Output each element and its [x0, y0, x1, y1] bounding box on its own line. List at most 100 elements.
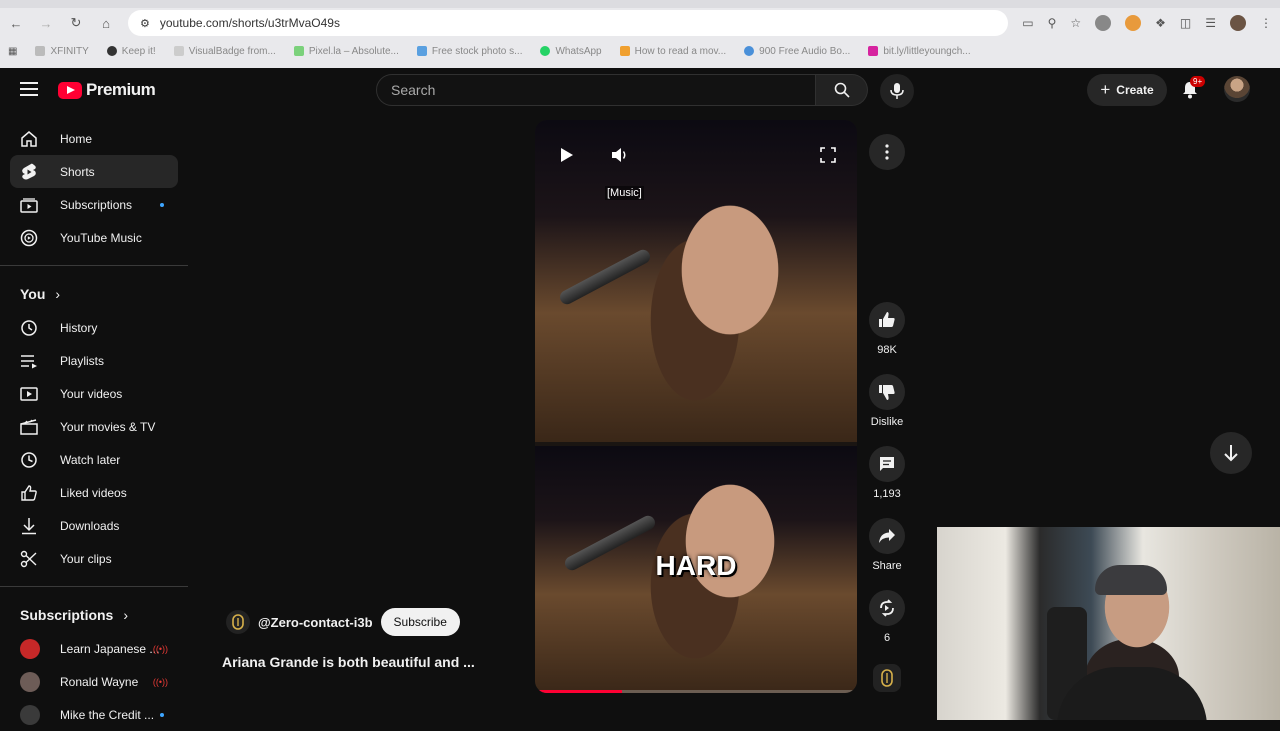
bookmark[interactable]: XFINITY [35, 46, 89, 57]
extension-icon[interactable] [1125, 15, 1142, 31]
sidebar-subscriptions-heading[interactable]: Subscriptions › [0, 598, 188, 632]
star-icon[interactable]: ☆ [1070, 16, 1081, 30]
sidebar-item-label: Mike the Credit ... [60, 707, 155, 722]
sidebar-item-your-movies[interactable]: Your movies & TV [10, 410, 178, 443]
sidebar-you-heading[interactable]: You › [0, 277, 188, 311]
shorts-video-player[interactable]: [Music] HARD [535, 120, 857, 693]
forward-icon[interactable]: → [38, 15, 54, 31]
extension-icon[interactable] [1095, 15, 1112, 31]
sidebar-item-home[interactable]: Home [10, 122, 178, 155]
address-row: ← → ↻ ⌂ ⚙ youtube.com/shorts/u3trMvaO49s… [0, 8, 1280, 38]
back-icon[interactable]: ← [8, 15, 24, 31]
channel-logo-icon [232, 614, 244, 630]
play-button[interactable] [556, 144, 578, 166]
bookmarks-bar: ▦ XFINITY Keep it! VisualBadge from... P… [0, 40, 1280, 62]
bookmark[interactable]: WhatsApp [540, 46, 602, 57]
like-action[interactable]: 98K [862, 302, 912, 356]
more-options-button[interactable] [869, 134, 905, 170]
you-heading-label: You [20, 286, 46, 302]
comments-action[interactable]: 1,193 [862, 446, 912, 500]
install-icon[interactable]: ▭ [1022, 16, 1033, 30]
tab-search-icon[interactable]: ☰ [1205, 16, 1216, 30]
bookmark[interactable]: bit.ly/littleyoungch... [868, 46, 971, 57]
share-icon [879, 529, 895, 543]
search-placeholder: Search [391, 82, 436, 98]
sidebar-item-watch-later[interactable]: Watch later [10, 443, 178, 476]
sidebar-item-downloads[interactable]: Downloads [10, 509, 178, 542]
bookmark[interactable]: Free stock photo s... [416, 46, 522, 57]
thumbs-up-icon [879, 312, 895, 327]
channel-avatar[interactable] [226, 610, 250, 634]
chevron-right-icon: › [55, 286, 61, 302]
video-progress-bar[interactable] [535, 690, 857, 693]
sidebar-item-your-clips[interactable]: Your clips [10, 542, 178, 575]
dislike-action[interactable]: Dislike [862, 374, 912, 428]
volume-button[interactable] [609, 144, 631, 166]
site-settings-icon[interactable]: ⚙ [140, 17, 150, 30]
subscribe-button[interactable]: Subscribe [380, 608, 460, 636]
sidebar: Home Shorts Subscriptions YouTube Music … [0, 122, 188, 731]
browser-menu-icon[interactable]: ⋮ [1260, 16, 1272, 30]
url-bar[interactable]: ⚙ youtube.com/shorts/u3trMvaO49s [128, 10, 1008, 36]
menu-icon[interactable] [20, 82, 38, 96]
account-avatar[interactable] [1224, 76, 1250, 102]
bookmark[interactable]: How to read a mov... [619, 46, 726, 57]
zoom-icon[interactable]: ⚲ [1048, 16, 1057, 30]
next-short-button[interactable] [1210, 432, 1252, 474]
share-action[interactable]: Share [862, 518, 912, 572]
sidebar-item-history[interactable]: History [10, 311, 178, 344]
share-label: Share [872, 560, 902, 572]
sidebar-subscription-channel[interactable]: Ronald Wayne ((•)) [10, 665, 178, 698]
sidebar-item-your-videos[interactable]: Your videos [10, 377, 178, 410]
youtube-premium-logo[interactable]: Premium [58, 80, 156, 100]
sound-channel-button[interactable] [873, 664, 901, 692]
microphone-icon [890, 83, 904, 99]
sidebar-subscription-channel[interactable]: Learn Japanese ... ((•)) [10, 632, 178, 665]
sidebar-item-liked-videos[interactable]: Liked videos [10, 476, 178, 509]
sidebar-item-shorts[interactable]: Shorts [10, 155, 178, 188]
remix-count: 6 [883, 632, 891, 644]
apps-icon[interactable]: ▦ [8, 46, 17, 57]
search-input[interactable]: Search [376, 74, 816, 106]
create-button[interactable]: + Create [1087, 74, 1167, 106]
bookmark[interactable]: Pixel.la – Absolute... [293, 46, 399, 57]
logo-text: Premium [86, 80, 156, 99]
sidebar-subscription-channel[interactable]: Mike the Credit ... [10, 698, 178, 731]
channel-avatar [20, 638, 40, 659]
sidebar-item-label: History [60, 320, 98, 335]
home-browser-icon[interactable]: ⌂ [98, 15, 114, 31]
profile-icon[interactable] [1230, 15, 1246, 31]
bookmark[interactable]: Keep it! [106, 46, 156, 57]
youtube-header: Premium Search + Create 9+ [0, 68, 1280, 112]
history-icon [20, 319, 38, 337]
microphone-prop [557, 247, 653, 307]
remix-action[interactable]: 6 [862, 590, 912, 644]
remix-button[interactable] [869, 590, 905, 626]
dislike-button[interactable] [869, 374, 905, 410]
fullscreen-button[interactable] [817, 144, 839, 166]
like-button[interactable] [869, 302, 905, 338]
like-count: 98K [877, 344, 897, 356]
sidepanel-icon[interactable]: ◫ [1180, 16, 1191, 30]
chevron-right-icon: › [123, 607, 129, 623]
comments-button[interactable] [869, 446, 905, 482]
search-button[interactable] [816, 74, 868, 106]
bookmark[interactable]: 900 Free Audio Bo... [744, 46, 850, 57]
sidebar-item-label: Home [60, 131, 93, 146]
sidebar-item-youtube-music[interactable]: YouTube Music [10, 221, 178, 254]
extensions-puzzle-icon[interactable]: ❖ [1155, 16, 1166, 30]
sidebar-item-label: Downloads [60, 518, 120, 533]
reload-icon[interactable]: ↻ [68, 15, 84, 31]
channel-logo-icon [881, 669, 893, 687]
channel-thumbnail-action[interactable] [862, 664, 912, 698]
sidebar-item-playlists[interactable]: Playlists [10, 344, 178, 377]
share-button[interactable] [869, 518, 905, 554]
sidebar-item-subscriptions[interactable]: Subscriptions [10, 188, 178, 221]
bookmark[interactable]: VisualBadge from... [173, 46, 276, 57]
sidebar-divider [0, 265, 188, 266]
play-icon [561, 148, 573, 162]
channel-handle[interactable]: @Zero-contact-i3b [258, 615, 373, 630]
voice-search-button[interactable] [880, 74, 914, 108]
shorts-icon [20, 163, 38, 181]
video-title[interactable]: Ariana Grande is both beautiful and ... [222, 654, 475, 670]
